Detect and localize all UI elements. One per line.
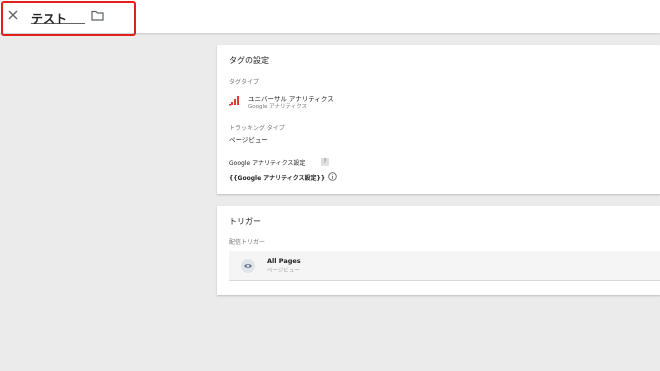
google-analytics-icon	[229, 96, 239, 106]
ga-settings-value: {{Google アナリティクス設定}}	[229, 175, 326, 182]
ga-settings-label: Google アナリティクス設定	[229, 160, 306, 167]
tag-settings-card[interactable]: タグの設定 タグタイプ ユニバーサル アナリティクス Google アナリティク…	[217, 45, 660, 194]
tag-settings-heading: タグの設定	[229, 56, 269, 65]
firing-triggers-label: 配信トリガー	[229, 239, 266, 246]
trigger-type: ページビュー	[267, 268, 300, 274]
help-badge[interactable]: ?	[321, 158, 329, 166]
trigger-row[interactable]: All Pages ページビュー	[229, 251, 660, 281]
tracking-type-label: トラッキング タイプ	[229, 125, 285, 132]
highlight-box	[1, 1, 136, 36]
info-icon[interactable]	[328, 172, 337, 181]
eye-icon	[244, 264, 252, 268]
trigger-name: All Pages	[267, 257, 301, 265]
triggers-heading: トリガー	[229, 217, 261, 226]
triggers-card[interactable]: トリガー 配信トリガー All Pages ページビュー	[217, 206, 660, 295]
tag-type-sub: Google アナリティクス	[248, 104, 308, 110]
tag-type-label: タグタイプ	[229, 79, 260, 86]
eye-icon-badge	[241, 259, 255, 273]
tracking-type-value: ページビュー	[229, 136, 268, 144]
